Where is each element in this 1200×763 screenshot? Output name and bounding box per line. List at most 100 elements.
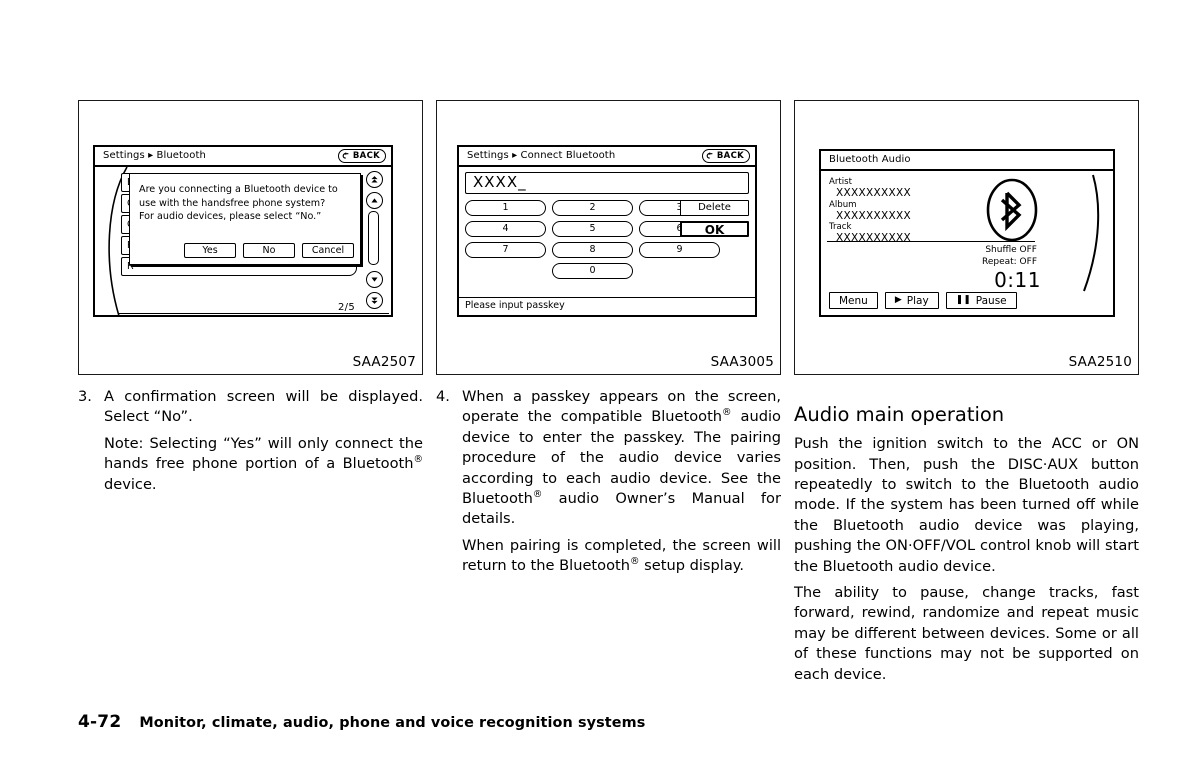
registered-mark: ® [630,556,640,568]
keypad-key-0[interactable]: 0 [552,263,633,279]
album-value: XXXXXXXXXX [836,209,911,222]
dialog-message-line-1: Are you connecting a Bluetooth device to [139,184,338,195]
footer-page-number: 4-72 [78,712,122,732]
down-arrow-icon [371,277,378,282]
keypad-key-9[interactable]: 9 [639,242,720,258]
passkey-input[interactable]: XXXX_ [465,172,749,194]
status-bar: Please input passkey [459,297,755,315]
keypad-function-keys: Delete OK [680,200,749,242]
double-down-arrow-icon [371,297,378,304]
side-arc-decoration-icon [1083,174,1100,292]
ok-button[interactable]: OK [680,221,749,237]
scrollbar-thumb[interactable] [368,211,379,265]
scroll-up-button[interactable] [366,192,383,209]
figure-caption: SAA2507 [352,354,416,370]
playback-mode-flags: Shuffle OFF Repeat: OFF [982,245,1037,268]
track-metadata: Artist XXXXXXXXXX Album XXXXXXXXXX Track… [829,177,1004,245]
delete-button[interactable]: Delete [680,200,749,216]
figure-box-saa2507: Settings ▸ Bluetooth BACK B [78,100,423,375]
figure-box-saa3005: Settings ▸ Connect Bluetooth BACK XXXX_ … [436,100,781,375]
dialog-no-button[interactable]: No [243,243,295,258]
breadcrumb-title: Settings ▸ Connect Bluetooth [467,150,616,161]
paragraph-audio-startup: Push the ignition switch to the ACC or O… [794,435,1139,575]
note-text-part-1: Note: Selecting “Yes” will only connect … [104,434,423,473]
head-unit-screen-bluetooth-audio: Bluetooth Audio Artist XXXXXXXXXX Album … [819,149,1115,317]
dialog-message-line-3: For audio devices, please select “No.” [139,211,322,222]
keypad-key-1[interactable]: 1 [465,200,546,216]
figure-caption: SAA3005 [710,354,774,370]
pause-button-label: Pause [975,294,1007,307]
body-column-1: 3. A confirmation screen will be display… [78,387,423,501]
album-label: Album [829,199,857,210]
figure-box-saa2510: Bluetooth Audio Artist XXXXXXXXXX Album … [794,100,1139,375]
dialog-buttons: Yes No Cancel [130,243,354,258]
screen-titlebar: Bluetooth Audio [821,151,1113,171]
back-button[interactable]: BACK [701,149,750,163]
figure-caption: SAA2510 [1068,354,1132,370]
figure-column-1: Settings ▸ Bluetooth BACK B [78,100,423,375]
dialog-message-line-2: use with the handsfree phone system? [139,197,326,209]
bluetooth-logo-icon [986,178,1038,242]
step-number: 3. [78,388,92,405]
play-button[interactable]: ▶ Play [884,292,939,309]
transport-controls: Menu ▶ Play ❚❚ Pause [829,292,1017,309]
keypad-key-5[interactable]: 5 [552,221,633,237]
pairing-complete-paragraph: When pairing is completed, the screen wi… [436,536,781,577]
breadcrumb-title: Settings ▸ Bluetooth [103,150,206,161]
figure-column-2: Settings ▸ Connect Bluetooth BACK XXXX_ … [436,100,781,375]
back-button-label: BACK [352,151,380,161]
registered-mark: ® [413,454,424,466]
numbered-step-3: 3. A confirmation screen will be display… [78,387,423,428]
paragraph-feature-support: The ability to pause, change tracks, fas… [794,584,1139,683]
artist-label: Artist [829,177,853,187]
screen-titlebar: Settings ▸ Connect Bluetooth BACK [459,147,755,167]
numbered-step-4: 4. When a passkey appears on the screen,… [436,387,781,530]
back-arrow-icon [706,151,713,159]
back-button-label: BACK [716,151,744,161]
back-button[interactable]: BACK [337,149,386,163]
list-bottom-divider [119,313,389,314]
scroll-down-button[interactable] [366,271,383,288]
section-heading: Audio main operation [794,403,1005,427]
double-up-arrow-icon [371,176,378,183]
play-button-label: Play [906,294,929,307]
figure-column-3: Bluetooth Audio Artist XXXXXXXXXX Album … [794,100,1139,375]
screen-title: Bluetooth Audio [829,154,911,165]
dialog-cancel-button[interactable]: Cancel [302,243,354,258]
keypad-key-8[interactable]: 8 [552,242,633,258]
up-arrow-icon [371,198,378,203]
footer-section-title: Monitor, climate, audio, phone and voice… [139,715,646,731]
screen-titlebar: Settings ▸ Bluetooth BACK [95,147,391,167]
keypad-row: 0 [465,263,749,279]
body-column-3: Audio main operation Push the ignition s… [794,387,1139,691]
step-number: 4. [436,388,450,405]
artist-value: XXXXXXXXXX [836,187,911,199]
page-indicator: 2/5 [338,302,355,313]
confirmation-dialog: Are you connecting a Bluetooth device to… [129,173,361,265]
page-footer: 4-72 Monitor, climate, audio, phone and … [78,712,645,732]
pause-button[interactable]: ❚❚ Pause [945,292,1017,309]
shuffle-status: Shuffle OFF [985,245,1037,255]
scroll-page-down-button[interactable] [366,292,383,309]
track-value: XXXXXXXXXX [836,232,911,244]
pause-icon: ❚❚ [955,295,971,305]
manual-page: Settings ▸ Bluetooth BACK B [0,0,1200,763]
keypad-key-7[interactable]: 7 [465,242,546,258]
body-column-2: 4. When a passkey appears on the screen,… [436,387,781,583]
menu-button-label: Menu [839,294,868,307]
keypad-key-4[interactable]: 4 [465,221,546,237]
play-icon: ▶ [894,295,902,305]
scroll-page-up-button[interactable] [366,171,383,188]
scroll-controls [362,171,388,311]
head-unit-screen-passkey-entry: Settings ▸ Connect Bluetooth BACK XXXX_ … [457,145,757,317]
step-text: A confirmation screen will be displayed.… [104,388,423,426]
pairing-text-part-2: setup display. [639,557,744,575]
dialog-yes-button[interactable]: Yes [184,243,236,258]
menu-button[interactable]: Menu [829,292,878,309]
dialog-message: Are you connecting a Bluetooth device to… [139,183,352,224]
note-text-part-2: device. [104,475,157,493]
note-paragraph: Note: Selecting “Yes” will only connect … [78,434,423,495]
back-arrow-icon [342,151,349,159]
registered-mark: ® [722,407,732,419]
keypad-key-2[interactable]: 2 [552,200,633,216]
